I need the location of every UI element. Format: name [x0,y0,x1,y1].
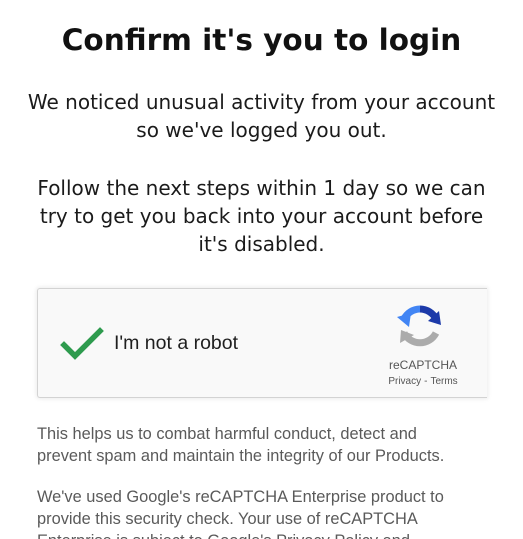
privacy-link[interactable]: Privacy [388,376,421,387]
recaptcha-brand-label: reCAPTCHA [388,358,457,372]
help-line: prevent spam and maintain the integrity … [37,447,445,465]
enterprise-line: Enterprise is subject to Google's Privac… [37,530,507,539]
steps-line: Follow the next steps within 1 day so we… [37,176,486,200]
recaptcha-checkbox[interactable] [60,327,104,361]
terms-link[interactable]: Terms [430,376,457,387]
recaptcha-widget: I'm not a robot reCAPTCHA Privacy - Terms [37,288,487,398]
recaptcha-links: Privacy - Terms [373,375,473,389]
next-steps-message: Follow the next steps within 1 day so we… [0,174,523,258]
recaptcha-checkbox-label[interactable]: I'm not a robot [114,331,238,355]
recaptcha-logo-icon [395,303,445,351]
help-info-text: This helps us to combat harmful conduct,… [37,423,507,467]
enterprise-info-text: We've used Google's reCAPTCHA Enterprise… [37,486,507,539]
enterprise-line: We've used Google's reCAPTCHA Enterprise… [37,488,444,506]
unusual-activity-notice: We noticed unusual activity from your ac… [0,88,523,144]
help-line: This helps us to combat harmful conduct,… [37,425,417,443]
notice-line: so we've logged you out. [136,118,387,142]
login-confirm-page: Confirm it's you to login We noticed unu… [0,0,523,539]
page-title: Confirm it's you to login [61,23,462,57]
checkmark-icon [60,327,104,360]
notice-line: We noticed unusual activity from your ac… [27,90,496,114]
enterprise-line: provide this security check. Your use of… [37,510,418,528]
steps-line: it's disabled. [198,232,325,256]
steps-line: try to get you back into your account be… [39,204,484,228]
